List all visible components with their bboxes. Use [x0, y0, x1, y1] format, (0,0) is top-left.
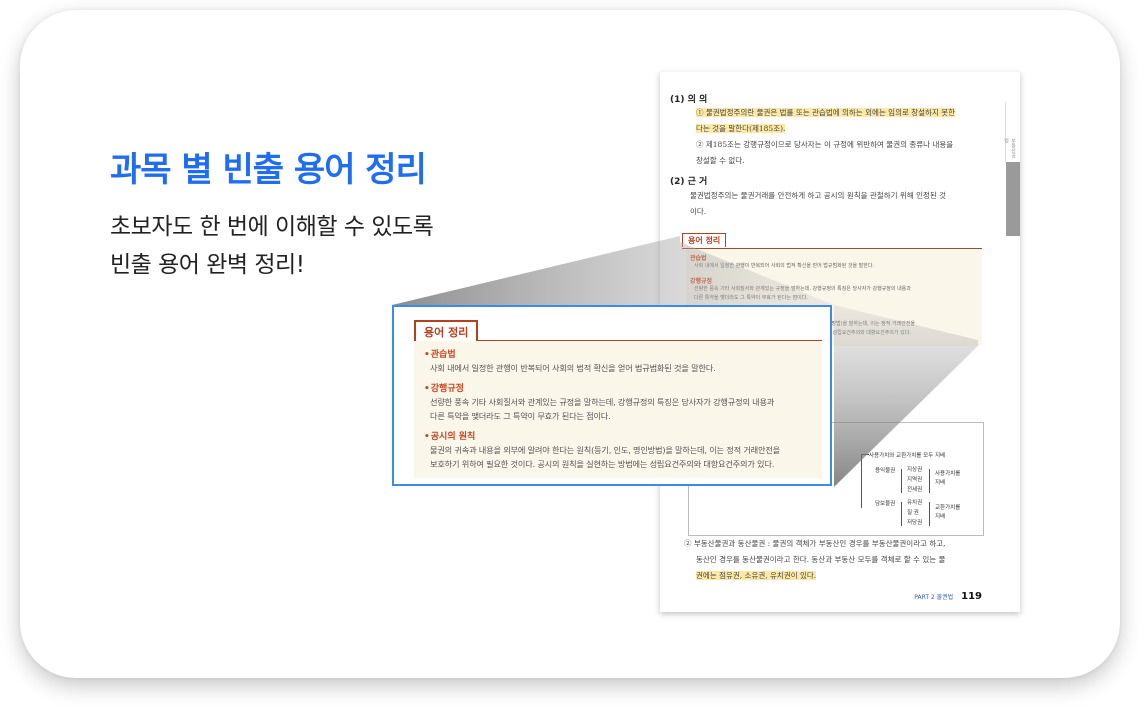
paragraph-line: 권에는 점유권, 소유권, 유치권이 있다.: [696, 571, 817, 580]
headline: 과목 별 빈출 용어 정리: [110, 150, 427, 190]
diagram-label: 전세권: [907, 487, 923, 493]
glossary-term: 강행규정: [424, 381, 464, 394]
diagram-label: 사용가치를: [935, 471, 961, 477]
description-line-1: 초보자도 한 번에 이해할 수 있도록: [110, 214, 434, 240]
diagram-label: 사용가치와 교환가치를 모두 지배: [869, 453, 946, 459]
section-heading-1: (1) 의 의: [670, 95, 708, 105]
mini-term: 관습법: [690, 255, 707, 262]
mini-glossary-rule: [682, 248, 982, 249]
diagram-label: 지배: [935, 480, 946, 486]
page-footer: PART 2 물권법 119: [914, 591, 982, 602]
glossary-title: 용어 정리: [414, 320, 479, 341]
diagram-label: 유치권: [907, 500, 923, 506]
glossary-term: 관습법: [424, 347, 456, 360]
mini-term: 강행규정: [690, 278, 713, 285]
paragraph-line: 물권법정주의는 물권거래를 안전하게 하고 공시의 원칙을 관철하기 위해 인정…: [690, 191, 947, 200]
glossary-definition: 사회 내에서 일정한 관행이 반복되어 사회의 법적 확신을 얻어 법규범화된 …: [430, 363, 716, 373]
page-number: 119: [961, 591, 982, 602]
mini-def: 사회 내에서 일정한 관행이 반복되어 사회의 법적 확신을 얻어 법규범화된 …: [694, 263, 875, 269]
paragraph-line: 창설할 수 없다.: [696, 156, 745, 165]
footer-part: PART 2 물권법: [914, 594, 954, 601]
diagram-label: 담보물권: [875, 501, 896, 507]
paragraph-line: ① 물권법정주의란 물권은 법률 또는 관습법에 의하는 외에는 임의로 창설하…: [696, 108, 956, 117]
diagram-label: 지상권: [907, 467, 923, 473]
glossary-definition: 다른 특약을 맺더라도 그 특약이 무효가 된다는 점이다.: [430, 411, 611, 421]
glossary-zoom-box: 용어 정리 관습법 사회 내에서 일정한 관행이 반복되어 사회의 법적 확신을…: [392, 305, 832, 486]
sidebar-chapter-label: 부동산공법: [1003, 138, 1016, 158]
description: 초보자도 한 번에 이해할 수 있도록 빈출 용어 완벽 정리!: [110, 208, 530, 284]
glossary-definition: 선량한 풍속 기타 사회질서와 관계있는 규정을 말하는데, 강행규정의 특징은…: [430, 397, 775, 407]
sidebar-active-tab: 부동산 공시에관한법령: [947, 162, 1020, 265]
paragraph-line: 동산인 경우를 동산물권이라고 한다. 동산과 부동산 모두를 객체로 할 수 …: [696, 555, 946, 564]
glossary-definition: 보호하기 위하여 필요한 것이다. 공시의 원칙을 실현하는 방법에는 성립요건…: [430, 459, 775, 469]
paragraph-line: ② 부동산물권과 동산물권 : 물권의 객체가 부동산인 경우를 부동산물권이라…: [684, 539, 946, 548]
glossary-definition: 물권의 귀속과 내용을 외부에 알려야 한다는 원칙(등기, 인도, 명인방법)…: [430, 445, 780, 455]
mini-glossary-title: 용어 정리: [682, 233, 727, 247]
diagram-label: 저당권: [907, 520, 923, 526]
paragraph-line: 다는 것을 말한다(제185조).: [696, 124, 786, 133]
diagram-label: 교환가치를: [935, 505, 961, 511]
paragraph-line: ② 제185조는 강행규정이므로 당사자는 이 규정에 위반하여 물권의 종류나…: [696, 140, 954, 149]
description-line-2: 빈출 용어 완벽 정리!: [110, 252, 305, 278]
mini-def: 선량한 풍속 기타 사회질서와 관계있는 규정을 말하는데, 강행규정의 특징은…: [694, 286, 911, 292]
paragraph-line: 이다.: [690, 207, 707, 216]
diagram-label: 질 권: [907, 510, 919, 516]
glossary-term: 공시의 원칙: [424, 429, 476, 442]
diagram-label: 지배: [935, 514, 946, 520]
sidebar-chapter: 부동산공법: [1003, 102, 1020, 162]
mini-def: 다른 특약을 맺더라도 그 특약이 무효가 된다는 점이다.: [694, 295, 808, 301]
section-heading-2: (2) 근 거: [670, 177, 708, 187]
diagram-label: 용익물권: [875, 468, 896, 474]
diagram-label: 지역권: [907, 477, 923, 483]
